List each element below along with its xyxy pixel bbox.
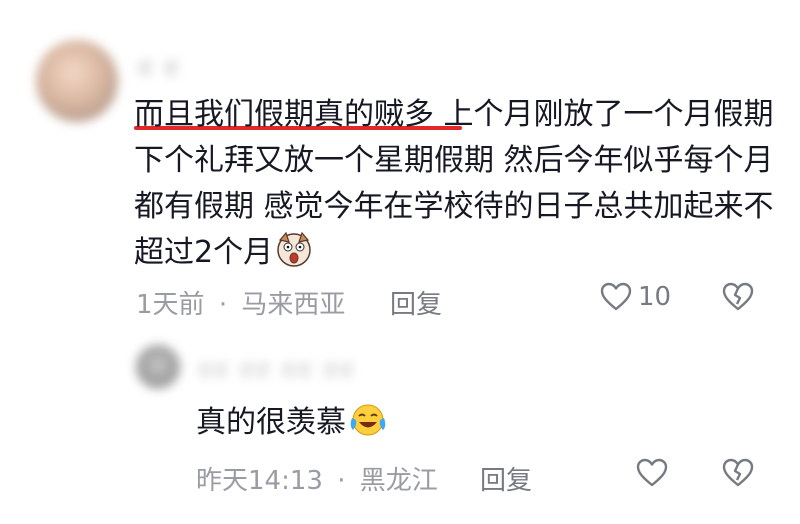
reply-dislike-button[interactable] bbox=[722, 458, 754, 488]
comment-like-button[interactable]: 10 bbox=[600, 282, 671, 312]
reply-avatar[interactable] bbox=[136, 345, 180, 389]
comment-location: 马来西亚 bbox=[241, 290, 346, 320]
broken-heart-icon bbox=[722, 458, 754, 488]
meta-separator: · bbox=[218, 290, 228, 320]
comment-text-body: 而且我们假期真的贼多 上个月刚放了一个月假期 下个礼拜又放一个星期假期 然后今年… bbox=[134, 97, 774, 270]
reply-text-body: 真的很羡慕 bbox=[196, 405, 346, 440]
crying-laugh-emoji-icon bbox=[348, 402, 388, 438]
comment-avatar[interactable] bbox=[36, 40, 118, 122]
comment-time: 1天前 bbox=[136, 290, 205, 320]
reply-reply-button[interactable]: 回复 bbox=[480, 460, 532, 497]
reply-like-button[interactable] bbox=[636, 458, 674, 488]
heart-icon bbox=[636, 458, 668, 488]
broken-heart-icon bbox=[722, 282, 754, 312]
comment-username[interactable]: ಠ ಠ bbox=[138, 52, 180, 83]
reply-time: 昨天14:13 bbox=[196, 466, 323, 496]
reply-meta: 昨天14:13 · 黑龙江 bbox=[196, 460, 438, 497]
heart-icon bbox=[600, 282, 632, 312]
meta-separator: · bbox=[337, 466, 346, 496]
reply-username[interactable]: ಠಠ ಠಠ ಠಠ ಠಠ bbox=[198, 354, 355, 385]
comment-reply-button[interactable]: 回复 bbox=[390, 284, 442, 321]
like-count: 10 bbox=[638, 282, 672, 312]
comment-meta: 1天前 · 马来西亚 bbox=[136, 284, 345, 321]
dog-shocked-emoji-icon bbox=[275, 230, 313, 268]
reply-text: 真的很羡慕 bbox=[196, 402, 388, 443]
comment-text: 而且我们假期真的贼多 上个月刚放了一个月假期 下个礼拜又放一个星期假期 然后今年… bbox=[134, 92, 774, 276]
comment-dislike-button[interactable] bbox=[722, 282, 754, 312]
reply-location: 黑龙江 bbox=[359, 466, 438, 496]
